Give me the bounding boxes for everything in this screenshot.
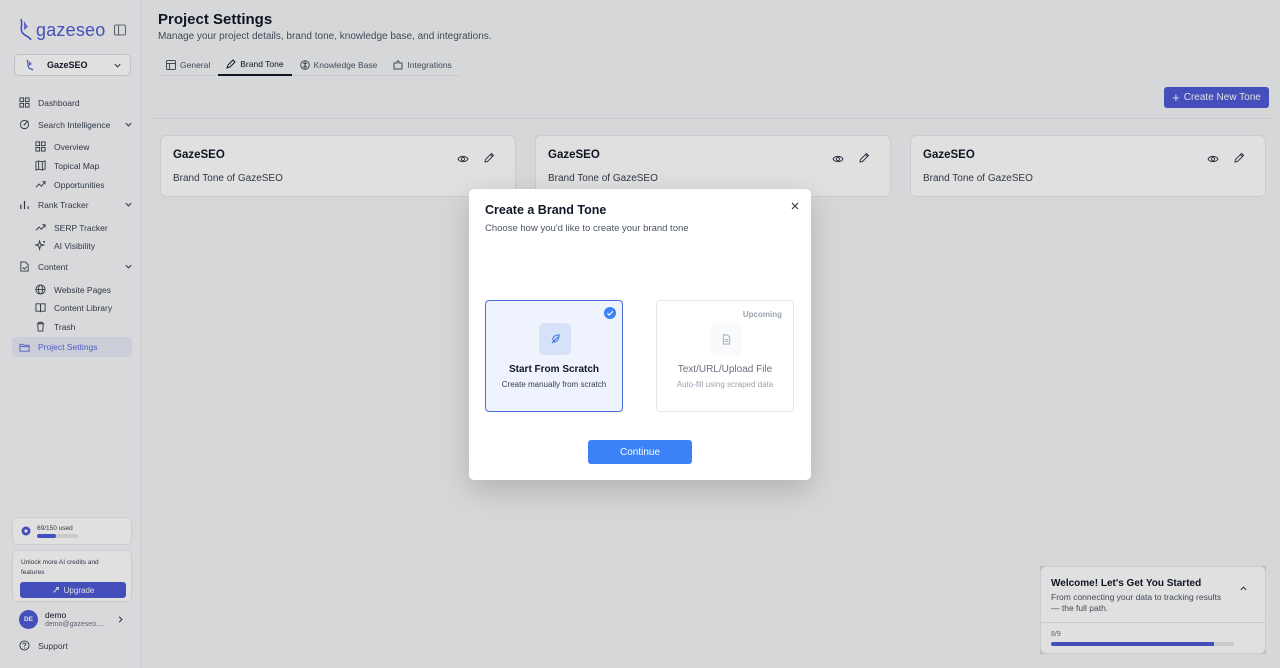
modal-subtitle: Choose how you'd like to create your bra… [485, 223, 689, 234]
close-icon[interactable] [790, 201, 800, 211]
option-icon-wrapper [710, 323, 742, 355]
option-title: Text/URL/Upload File [677, 364, 773, 375]
option-icon-wrapper [539, 323, 571, 355]
option-description: Auto-fill using scraped data [676, 380, 774, 389]
option-description: Create manually from scratch [501, 380, 607, 389]
option-start-from-scratch[interactable]: Start From Scratch Create manually from … [485, 300, 623, 412]
modal-title: Create a Brand Tone [485, 203, 607, 217]
file-text-icon [722, 333, 730, 345]
modal-backdrop-overlay [1040, 566, 1266, 654]
continue-button[interactable]: Continue [588, 440, 692, 464]
create-brand-tone-modal: Create a Brand Tone Choose how you'd lik… [469, 189, 811, 480]
option-title: Start From Scratch [508, 364, 600, 375]
option-text-url-upload-file: Upcoming Text/URL/Upload File Auto-fill … [656, 300, 794, 412]
check-circle-icon [604, 307, 616, 319]
feather-icon [550, 333, 560, 344]
upcoming-badge: Upcoming [742, 310, 782, 319]
